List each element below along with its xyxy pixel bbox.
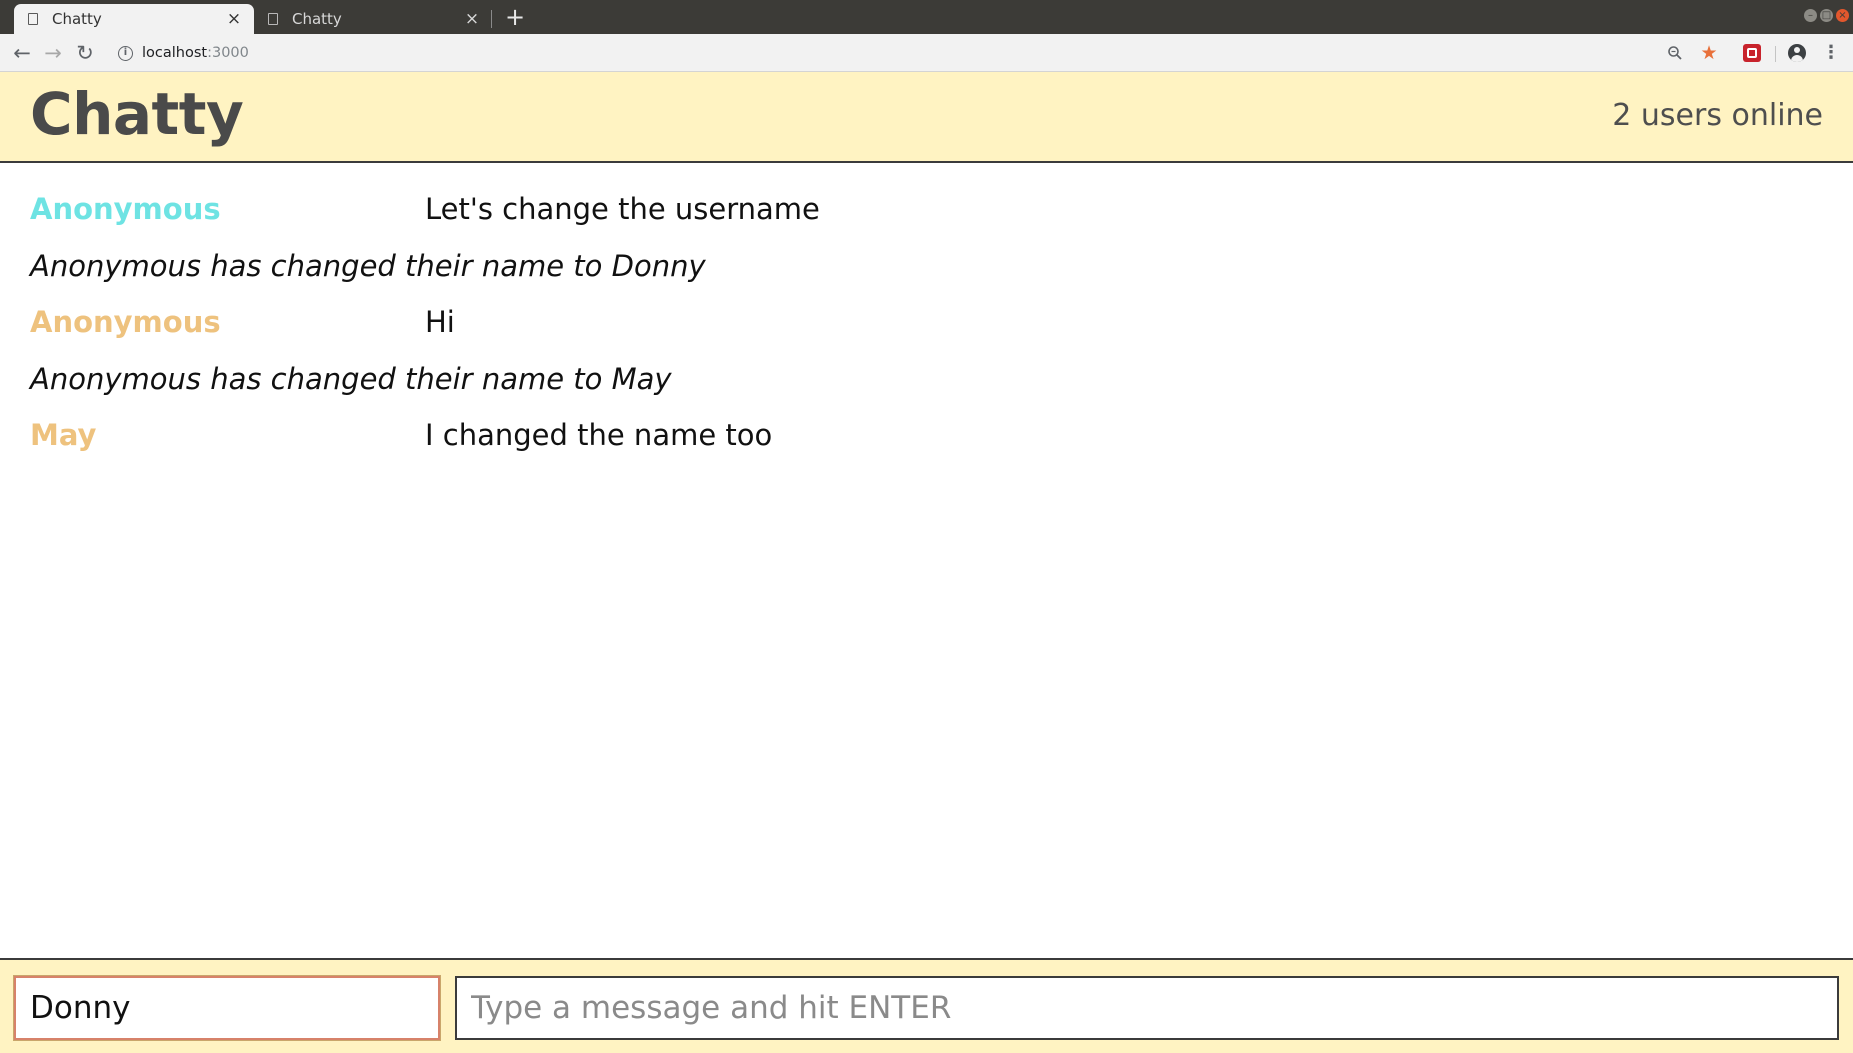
notification-row: Anonymous has changed their name to Donn… [30,249,706,283]
info-icon[interactable]: i [118,45,133,61]
tab-separator [491,10,492,28]
star-icon[interactable]: ★ [1698,42,1720,64]
kebab-menu-icon[interactable]: ⋮ [1820,42,1842,64]
browser-tabstrip: Chatty × Chatty × + – □ × [0,0,1853,34]
profile-icon[interactable] [1788,44,1806,62]
message-list: Anonymous Let's change the username Anon… [0,163,1853,958]
app-title: Chatty [30,80,244,148]
message-username: Anonymous [30,192,221,226]
message-row: Anonymous Let's change the username [30,187,1820,231]
minimize-button[interactable]: – [1804,9,1817,22]
message-content: I changed the name too [425,418,773,452]
message-content: Let's change the username [425,192,820,226]
message-row: Anonymous Hi [30,300,1820,344]
maximize-button[interactable]: □ [1820,9,1833,22]
tab-close-icon[interactable]: × [224,9,244,29]
extension-icon[interactable] [1743,44,1761,62]
username-input[interactable] [13,975,441,1041]
reload-icon[interactable]: ↻ [72,41,98,65]
browser-tab-active[interactable]: Chatty × [14,4,254,34]
toolbar-divider [1775,46,1776,62]
message-row: May I changed the name too [30,413,1820,457]
message-input[interactable] [455,976,1839,1040]
new-tab-button[interactable]: + [503,3,527,31]
tab-close-icon[interactable]: × [462,9,482,29]
app-header: Chatty 2 users online [0,72,1853,163]
zoom-icon[interactable] [1664,42,1686,64]
page-icon [268,13,278,25]
window-controls: – □ × [1804,9,1849,22]
tab-title: Chatty [52,10,102,28]
notification-row: Anonymous has changed their name to May [30,362,672,396]
users-online-count: 2 users online [1612,98,1823,133]
browser-tab-inactive[interactable]: Chatty × [254,4,492,34]
tab-title: Chatty [292,10,342,28]
browser-toolbar: ← → ↻ i localhost :3000 ★ ⋮ [0,34,1853,72]
message-content: Hi [425,305,455,339]
address-bar[interactable]: i localhost :3000 [110,40,1650,66]
window-close-button[interactable]: × [1836,9,1849,22]
url-host: localhost [142,45,208,61]
forward-arrow-icon[interactable]: → [40,41,66,65]
url-port: :3000 [207,45,249,61]
page-icon [28,13,38,25]
chatbar [0,958,1853,1053]
back-arrow-icon[interactable]: ← [9,41,35,65]
message-username: May [30,418,97,452]
message-username: Anonymous [30,305,221,339]
